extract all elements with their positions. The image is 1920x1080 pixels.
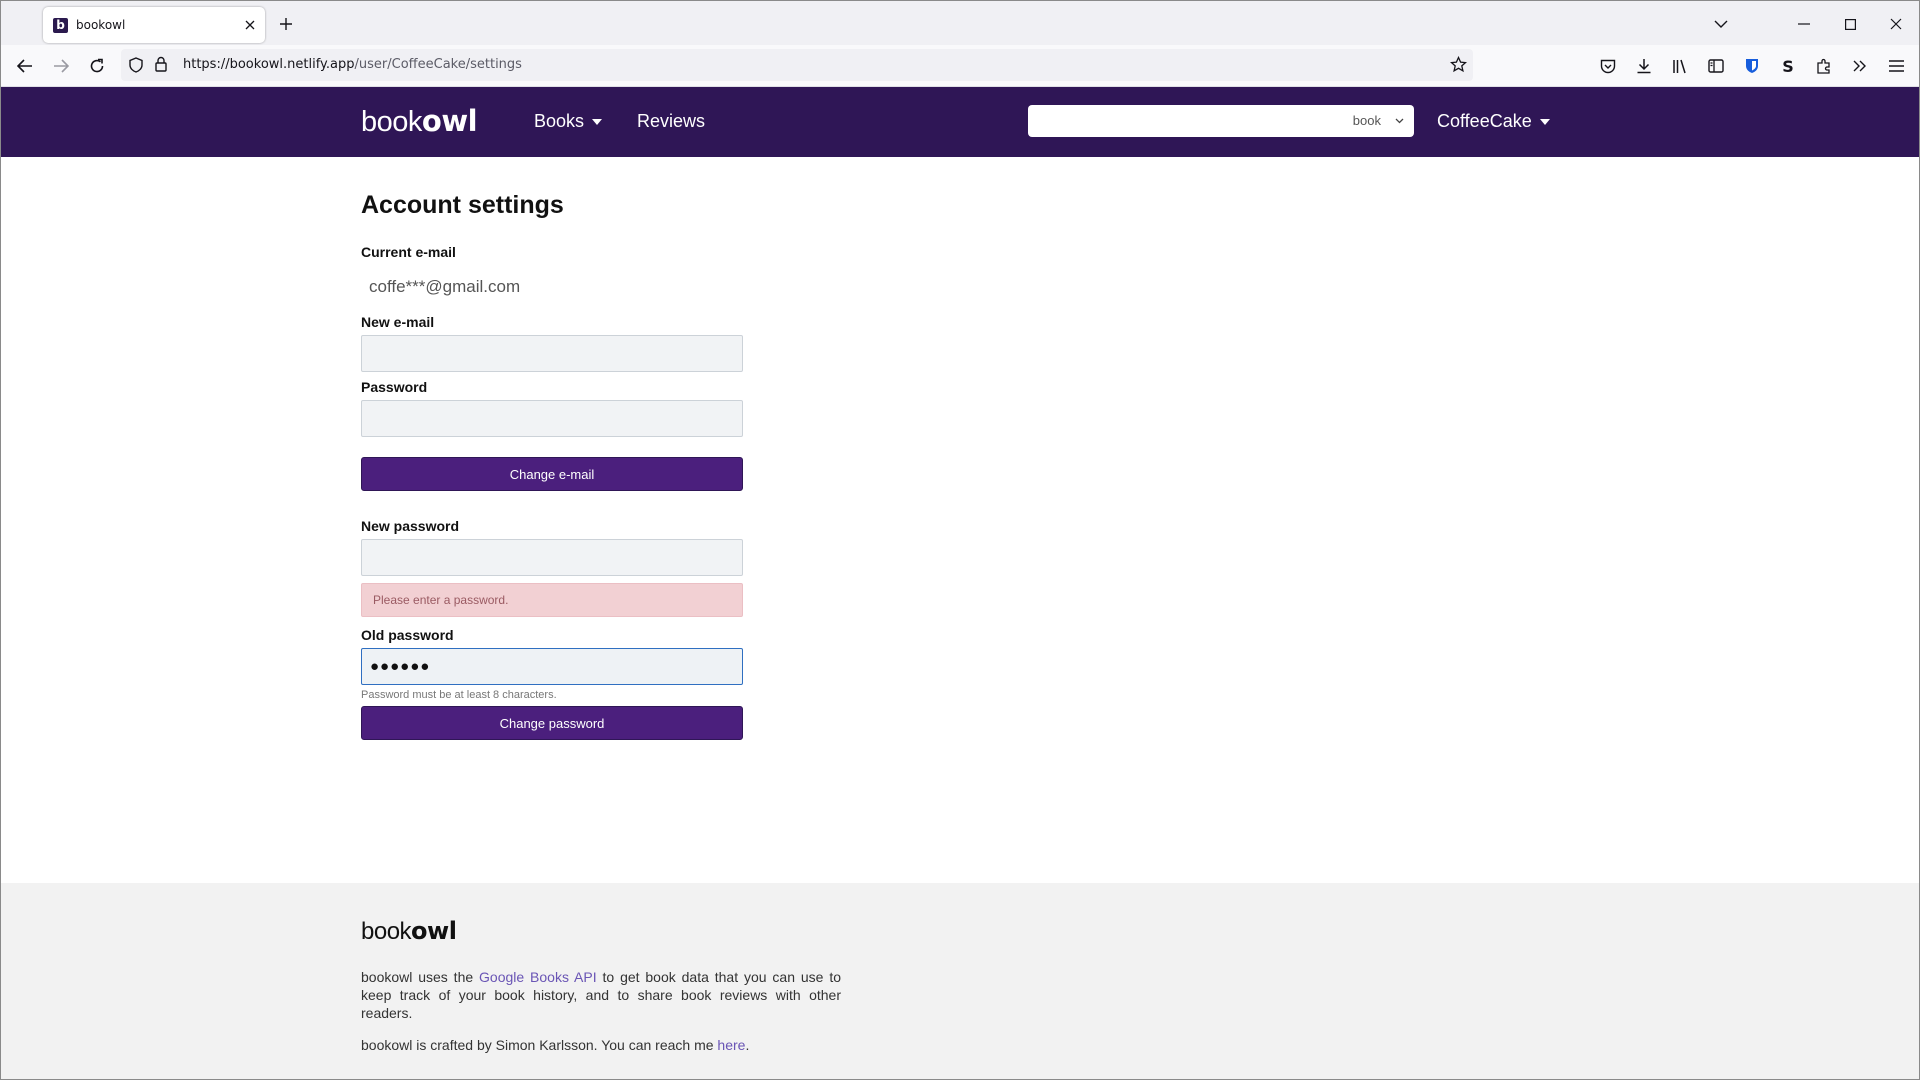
contact-link[interactable]: here (717, 1037, 745, 1053)
caret-down-icon (1539, 118, 1550, 125)
footer-description: bookowl uses the Google Books API to get… (361, 968, 841, 1022)
browser-toolbar: https://bookowl.netlify.app/user/CoffeeC… (1, 45, 1919, 87)
bitwarden-icon[interactable] (1738, 52, 1766, 80)
search-input[interactable]: book (1028, 105, 1414, 137)
new-tab-icon[interactable] (272, 10, 300, 38)
url-text: https://bookowl.netlify.app/user/CoffeeC… (183, 57, 522, 72)
hamburger-menu-icon[interactable] (1882, 52, 1910, 80)
password-label: Password (361, 379, 428, 395)
search-type-select[interactable]: book (1353, 113, 1404, 128)
site-footer: bookowl bookowl uses the Google Books AP… (1, 883, 1919, 1079)
google-books-api-link[interactable]: Google Books API (479, 969, 597, 985)
tab-strip: b bookowl (1, 1, 1919, 45)
tab-title: bookowl (76, 18, 126, 32)
minimize-icon[interactable] (1790, 10, 1818, 38)
username-label: CoffeeCake (1437, 111, 1532, 131)
password-help-text: Password must be at least 8 characters. (361, 689, 557, 701)
footer-logo-book: book (361, 918, 412, 945)
footer-credits: bookowl is crafted by Simon Karlsson. Yo… (361, 1037, 749, 1053)
tab-favicon-icon: b (53, 17, 68, 33)
search-type-value: book (1352, 113, 1381, 128)
new-password-field[interactable] (361, 539, 743, 576)
extension-s-icon[interactable]: S (1774, 52, 1802, 80)
close-window-icon[interactable] (1882, 10, 1910, 38)
maximize-icon[interactable] (1836, 10, 1864, 38)
browser-window: b bookowl https://bookowl.netlify.app/us… (0, 0, 1920, 1080)
back-icon[interactable] (11, 52, 39, 80)
page-title: Account settings (361, 191, 564, 219)
nav-books-label: Books (534, 111, 585, 131)
new-email-field[interactable] (361, 335, 743, 372)
old-password-field[interactable]: ●●●●●● (361, 648, 743, 685)
list-tabs-icon[interactable] (1707, 10, 1735, 38)
lock-icon[interactable] (155, 56, 167, 72)
old-password-label: Old password (361, 627, 454, 643)
chevron-down-icon (1395, 118, 1404, 123)
browser-tab[interactable]: b bookowl (43, 7, 265, 43)
footer-description-pre: bookowl uses the (361, 969, 480, 985)
logo-owl: owl (421, 104, 478, 138)
forward-icon[interactable] (47, 52, 75, 80)
password-field[interactable] (361, 400, 743, 437)
site-logo[interactable]: bookowl (361, 104, 478, 139)
tracking-shield-icon[interactable] (129, 57, 143, 73)
nav-books-dropdown[interactable]: Books (534, 111, 603, 132)
nav-reviews-link[interactable]: Reviews (637, 111, 705, 132)
close-tab-icon[interactable] (239, 14, 261, 36)
footer-logo-owl: owl (411, 917, 457, 945)
change-password-button[interactable]: Change password (361, 706, 743, 740)
footer-credits-post: . (745, 1037, 750, 1053)
url-path: /user/CoffeeCake/settings (354, 57, 522, 72)
site-header: bookowl Books Reviews book CoffeeCake (1, 87, 1919, 157)
downloads-icon[interactable] (1630, 52, 1658, 80)
url-bar[interactable]: https://bookowl.netlify.app/user/CoffeeC… (121, 49, 1473, 81)
pocket-icon[interactable] (1594, 52, 1622, 80)
current-email-label: Current e-mail (361, 244, 456, 260)
old-password-value: ●●●●●● (370, 658, 431, 675)
sidebar-icon[interactable] (1702, 52, 1730, 80)
footer-logo: bookowl (361, 917, 457, 946)
footer-credits-pre: bookowl is crafted by Simon Karlsson. Yo… (361, 1037, 718, 1053)
current-email-value: coffe***@gmail.com (369, 277, 521, 296)
user-menu-dropdown[interactable]: CoffeeCake (1437, 111, 1550, 132)
logo-book: book (361, 106, 422, 138)
extensions-puzzle-icon[interactable] (1810, 52, 1838, 80)
new-password-error: Please enter a password. (361, 583, 743, 617)
overflow-chevron-icon[interactable] (1846, 52, 1874, 80)
caret-down-icon (592, 118, 603, 125)
url-host: https://bookowl.netlify.app (183, 57, 355, 72)
bookmark-star-icon[interactable] (1450, 56, 1467, 73)
library-icon[interactable] (1666, 52, 1694, 80)
reload-icon[interactable] (83, 52, 111, 80)
change-email-button[interactable]: Change e-mail (361, 457, 743, 491)
new-email-label: New e-mail (361, 314, 435, 330)
new-password-label: New password (361, 518, 460, 534)
